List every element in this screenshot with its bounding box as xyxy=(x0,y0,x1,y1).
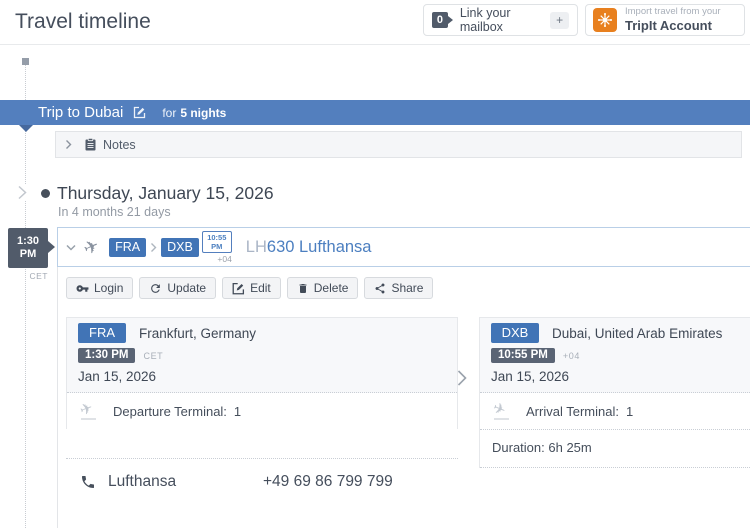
flight-actions: Login Update Edit Delete Share xyxy=(66,277,434,299)
flight-segment-header[interactable]: ✈ FRA DXB 10:55 PM +04 LH630 Lufthansa xyxy=(57,227,750,267)
arrival-date: Jan 15, 2026 xyxy=(491,369,570,384)
flight-duration: Duration: 6h 25m xyxy=(480,429,750,468)
trash-icon xyxy=(299,283,307,293)
refresh-icon xyxy=(151,283,161,293)
chevron-down-icon[interactable] xyxy=(66,244,76,251)
day-date: Thursday, January 15, 2026 xyxy=(57,183,274,203)
origin-code-badge: FRA xyxy=(109,237,147,257)
tripit-title: TripIt Account xyxy=(625,17,712,33)
contact-separator xyxy=(66,458,458,459)
trip-nights: 5 nights xyxy=(180,105,227,120)
arrival-plane-icon: ✈ xyxy=(490,398,509,420)
notes-label: Notes xyxy=(103,137,136,152)
tripit-subtitle: Import travel from your xyxy=(625,5,721,17)
departure-terminal-label: Departure Terminal: xyxy=(113,403,227,419)
delete-button[interactable]: Delete xyxy=(286,277,359,299)
page-title: Travel timeline xyxy=(15,10,151,33)
timeline-line xyxy=(25,65,26,528)
airline-phone[interactable]: +49 69 86 799 799 xyxy=(263,473,393,491)
arrival-timezone: +04 xyxy=(562,350,580,361)
flight-title-link[interactable]: LH630 Lufthansa xyxy=(246,238,372,257)
departure-time-badge: 1:30 PM xyxy=(78,348,136,363)
departure-panel: FRA Frankfurt, Germany 1:30 PM CET Jan 1… xyxy=(66,317,458,429)
edit-button[interactable]: Edit xyxy=(222,277,281,299)
route-chevron-icon xyxy=(150,242,157,253)
flight-marker-timezone: CET xyxy=(29,271,48,281)
departure-airport-badge: FRA xyxy=(78,323,126,343)
header-divider xyxy=(0,44,750,45)
destination-code-badge: DXB xyxy=(161,237,199,257)
day-countdown: In 4 months 21 days xyxy=(58,205,171,219)
departure-plane-icon: ✈ xyxy=(77,398,96,420)
link-mailbox-label: Link your mailbox xyxy=(459,6,511,34)
share-button[interactable]: Share xyxy=(364,277,434,299)
travel-timeline-page: Travel timeline 0 Link your mailbox + Im… xyxy=(0,0,750,528)
day-bullet xyxy=(41,189,50,198)
departure-date: Jan 15, 2026 xyxy=(78,369,157,384)
trip-header-bar[interactable]: Trip to Dubai for 5 nights xyxy=(0,100,750,125)
arrival-airport-badge: DXB xyxy=(491,323,539,343)
trip-bar-pointer xyxy=(19,125,33,132)
notes-icon xyxy=(85,138,96,151)
edit-trip-icon[interactable] xyxy=(133,106,146,119)
update-button[interactable]: Update xyxy=(139,277,217,299)
flight-time-marker: 1:30 PM xyxy=(8,228,48,268)
arrival-city: Dubai, United Arab Emirates xyxy=(552,325,723,341)
arrival-terminal-value: 1 xyxy=(625,403,634,419)
arrival-time-badge: 10:55 PM xyxy=(201,230,232,253)
airline-contact-row: Lufthansa +49 69 86 799 799 xyxy=(66,466,458,498)
notes-row[interactable]: Notes xyxy=(55,131,742,158)
mailbox-count-badge: 0 xyxy=(432,12,453,28)
departure-timezone: CET xyxy=(143,350,164,361)
arrival-utc-offset: +04 xyxy=(217,253,232,264)
key-icon xyxy=(76,284,89,292)
chevron-right-icon xyxy=(66,140,72,149)
tripit-logo-icon xyxy=(593,8,617,32)
login-button[interactable]: Login xyxy=(66,277,134,299)
arrival-time-badge-detail: 10:55 PM xyxy=(491,348,555,363)
flight-icon: ✈ xyxy=(80,234,103,260)
flight-segment-body: Login Update Edit Delete Share FRA Frank… xyxy=(57,267,750,528)
phone-icon xyxy=(80,474,96,490)
segment-direction-chevron-icon xyxy=(457,370,467,386)
share-icon xyxy=(375,283,385,293)
trip-for-text: for xyxy=(162,105,177,120)
arrival-panel: DXB Dubai, United Arab Emirates 10:55 PM… xyxy=(479,317,750,468)
day-chevron-icon xyxy=(18,185,27,200)
add-mailbox-button[interactable]: + xyxy=(550,11,569,29)
airline-name: Lufthansa xyxy=(108,473,177,490)
arrival-terminal-label: Arrival Terminal: xyxy=(526,403,619,419)
timeline-start-marker xyxy=(22,58,29,65)
departure-terminal-value: 1 xyxy=(233,403,242,419)
import-tripit-button[interactable]: Import travel from your TripIt Account xyxy=(585,4,745,36)
link-mailbox-button[interactable]: 0 Link your mailbox + xyxy=(423,4,578,36)
edit-icon xyxy=(232,282,245,294)
departure-city: Frankfurt, Germany xyxy=(139,325,257,341)
trip-title: Trip to Dubai xyxy=(38,104,124,121)
flight-marker-pointer xyxy=(48,241,55,253)
